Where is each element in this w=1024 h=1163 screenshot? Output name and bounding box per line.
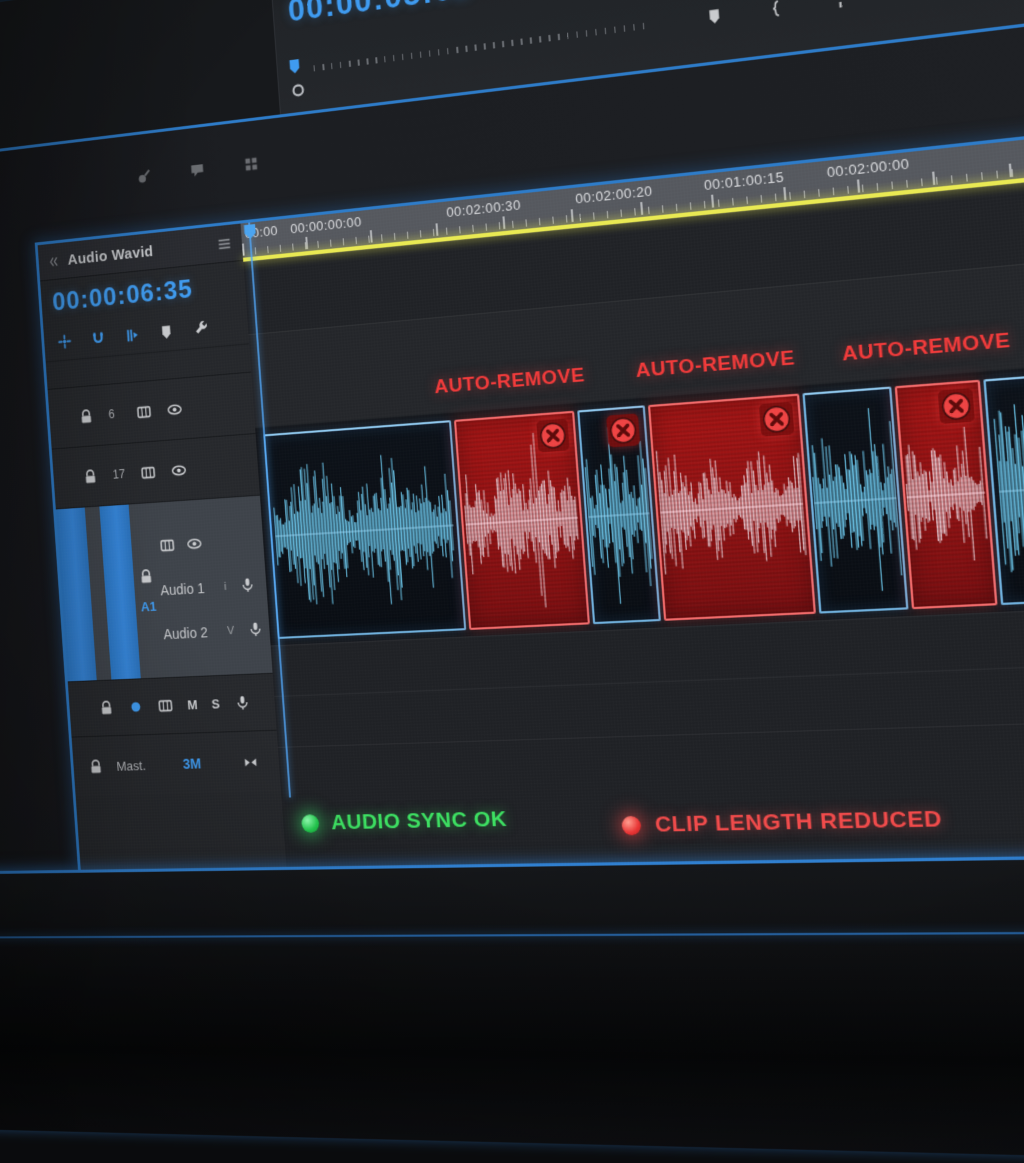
editing-app-screen: 00:00:05:02 AR1: [0, 0, 1024, 1163]
playhead-marker-icon[interactable]: [286, 57, 304, 76]
ruler-timecode: 00:02:00:00: [826, 155, 910, 180]
lock-icon[interactable]: [82, 467, 99, 485]
track-tag: V: [227, 624, 235, 636]
timeline-clip-normal[interactable]: [577, 405, 660, 624]
bezel-glow-line: [0, 931, 1024, 939]
mic-icon[interactable]: [247, 620, 264, 638]
timeline-area: 00:0000:00:00:0000:02:00:3000:02:00:2000…: [241, 115, 1024, 870]
wrench-icon[interactable]: [192, 319, 209, 337]
film-icon[interactable]: [135, 403, 152, 421]
status-audio-sync: AUDIO SYNC OK: [300, 807, 508, 836]
timeline-clip-remove[interactable]: [648, 394, 816, 621]
status-label: CLIP LENGTH REDUCED: [654, 806, 943, 838]
brush-icon[interactable]: [136, 167, 153, 186]
status-label: AUDIO SYNC OK: [330, 807, 507, 835]
magnet-icon[interactable]: [90, 329, 107, 347]
collapse-panel-icon[interactable]: [47, 254, 60, 268]
track-tag: i: [224, 580, 227, 592]
track-label: Audio 2: [163, 623, 215, 641]
eye-icon[interactable]: [166, 400, 183, 418]
target-stripe[interactable]: [56, 507, 97, 681]
ruler-timecode: 00:01:00:15: [703, 169, 784, 194]
eye-icon[interactable]: [185, 535, 202, 553]
timeline-clip-normal[interactable]: [802, 386, 909, 613]
film-icon[interactable]: [157, 697, 174, 715]
audio2-row[interactable]: Audio 2 V: [163, 620, 264, 642]
film-icon[interactable]: [140, 463, 157, 481]
lock-icon[interactable]: [98, 699, 115, 716]
out-point-icon[interactable]: [830, 0, 851, 11]
workspace-tool-icons: [136, 155, 260, 186]
remove-badge-icon[interactable]: [606, 413, 640, 447]
remove-badge-icon[interactable]: [536, 419, 569, 453]
mini-tick-strip: [314, 22, 650, 71]
in-point-icon[interactable]: [767, 0, 787, 19]
film-icon[interactable]: [158, 537, 175, 555]
record-enable-icon[interactable]: [127, 698, 144, 716]
timeline-clip-normal[interactable]: [264, 420, 467, 639]
solo-button[interactable]: S: [211, 696, 220, 711]
grid-icon[interactable]: [243, 155, 260, 174]
audio-track-rows: Audio 1 i Audio 2 V: [154, 496, 272, 678]
marker-icon[interactable]: [705, 6, 725, 27]
keyframe-icon[interactable]: [242, 753, 259, 771]
timeline-panel: Audio Wavid 00:00:06:35 6: [35, 111, 1024, 872]
marker-buttons: [705, 0, 851, 27]
timeline-clip-remove[interactable]: [895, 380, 998, 610]
ruler-timecode: 00:00:00:00: [290, 214, 362, 237]
track-label: Audio 1: [160, 579, 212, 598]
remove-badge-icon[interactable]: [938, 388, 975, 424]
ruler-timecode: 00:02:00:20: [575, 183, 653, 207]
monitor-timecode[interactable]: 00:00:05:02: [287, 0, 473, 30]
chat-icon[interactable]: [189, 161, 206, 180]
master-label: Mast.: [116, 758, 146, 774]
track-number: 6: [108, 407, 122, 422]
lock-icon[interactable]: [78, 407, 95, 425]
audio1-row[interactable]: Audio 1 i: [160, 576, 261, 599]
red-status-icon: [621, 816, 642, 836]
audio-track-group[interactable]: A1 Audio 1 i Audio 2: [56, 495, 273, 682]
mic-icon[interactable]: [233, 694, 250, 712]
track-number: 17: [112, 467, 126, 482]
panel-menu-icon[interactable]: [216, 234, 233, 253]
timeline-clip-remove[interactable]: [454, 411, 590, 630]
track-badge[interactable]: A1: [140, 598, 156, 614]
scrub-knob-icon[interactable]: [289, 81, 307, 100]
master-track-row[interactable]: Mast. 3M: [72, 730, 281, 797]
lock-icon[interactable]: [88, 758, 105, 775]
mic-icon[interactable]: [239, 576, 256, 594]
eye-icon[interactable]: [170, 461, 187, 479]
marker-tool-icon[interactable]: [158, 322, 175, 340]
insert-icon[interactable]: [124, 326, 141, 344]
snap-icon[interactable]: [56, 332, 73, 350]
panel-title: Audio Wavid: [67, 237, 208, 268]
status-clip-length: CLIP LENGTH REDUCED: [621, 806, 943, 838]
ruler-timecode: 00:02:00:30: [446, 197, 522, 220]
master-value: 3M: [182, 755, 201, 772]
audio-waveform-lane: AUTO-REMOVEAUTO-REMOVEAUTO-REMOVE: [255, 348, 1024, 647]
track-target-stripes: [56, 505, 141, 682]
green-status-icon: [301, 814, 320, 833]
lock-icon[interactable]: [138, 567, 155, 585]
mute-button[interactable]: M: [187, 697, 198, 712]
workspace: Audio Wavid 00:00:06:35 6: [0, 0, 1024, 1163]
remove-badge-icon[interactable]: [759, 402, 795, 437]
audio-controls-row: M S: [68, 673, 277, 737]
screen-bezel: [0, 852, 1024, 1163]
